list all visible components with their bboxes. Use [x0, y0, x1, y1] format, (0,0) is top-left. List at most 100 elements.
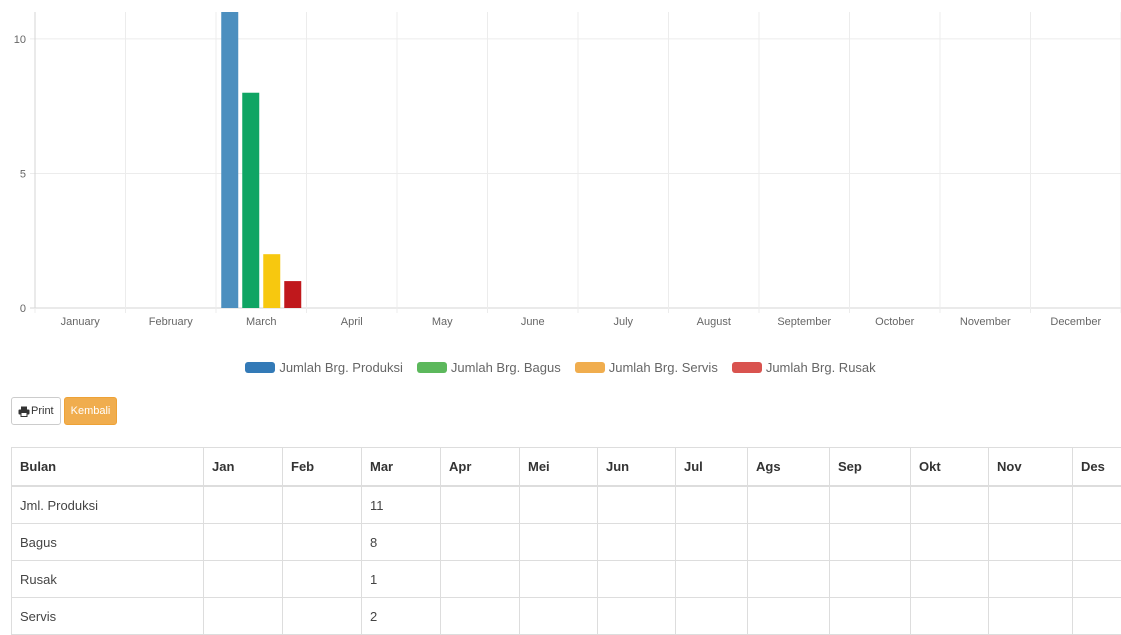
column-header: Feb	[283, 448, 362, 487]
x-tick-label: July	[613, 316, 633, 328]
table-cell	[830, 524, 911, 561]
table-cell	[676, 598, 748, 635]
row-label: Jml. Produksi	[12, 486, 204, 524]
table-cell	[748, 524, 830, 561]
table-cell	[598, 561, 676, 598]
print-button[interactable]: Print	[11, 397, 61, 425]
table-cell	[911, 561, 989, 598]
legend-item[interactable]: Jumlah Brg. Servis	[575, 360, 718, 375]
table-cell	[598, 598, 676, 635]
x-tick-label: December	[1050, 316, 1101, 328]
chart-legend: Jumlah Brg. Produksi Jumlah Brg. Bagus J…	[0, 357, 1121, 377]
table-cell	[520, 598, 598, 635]
x-tick-label: March	[246, 316, 277, 328]
column-header: Jan	[204, 448, 283, 487]
table-row: Jml. Produksi 11	[12, 486, 1121, 524]
legend-label: Jumlah Brg. Bagus	[451, 360, 561, 375]
table-cell	[1073, 561, 1121, 598]
column-header: Sep	[830, 448, 911, 487]
table-cell	[441, 561, 520, 598]
x-tick-label: September	[777, 316, 831, 328]
x-tick-label: August	[697, 316, 731, 328]
column-header: Nov	[989, 448, 1073, 487]
column-header: Apr	[441, 448, 520, 487]
table-cell	[748, 561, 830, 598]
x-tick-label: May	[432, 316, 453, 328]
table-cell	[748, 598, 830, 635]
bar-chart: 0510JanuaryFebruaryMarchAprilMayJuneJuly…	[0, 0, 1121, 335]
x-tick-label: April	[341, 316, 363, 328]
x-tick-label: January	[61, 316, 101, 328]
table-cell	[911, 598, 989, 635]
table-cell	[441, 598, 520, 635]
table-cell	[830, 561, 911, 598]
table-cell	[283, 598, 362, 635]
table-cell	[1073, 598, 1121, 635]
table-cell	[1073, 524, 1121, 561]
table-cell	[520, 524, 598, 561]
table-cell: 8	[362, 524, 441, 561]
table-cell	[283, 524, 362, 561]
table-cell	[676, 561, 748, 598]
table-cell	[204, 561, 283, 598]
y-tick-label: 10	[14, 34, 26, 46]
table-row: Bagus 8	[12, 524, 1121, 561]
table-header-row: Bulan Jan Feb Mar Apr Mei Jun Jul Ags Se…	[12, 448, 1121, 487]
action-buttons: Print Kembali	[11, 397, 117, 425]
table-cell	[830, 598, 911, 635]
legend-label: Jumlah Brg. Rusak	[766, 360, 876, 375]
bar	[221, 12, 238, 308]
report-table: Bulan Jan Feb Mar Apr Mei Jun Jul Ags Se…	[11, 447, 1121, 635]
row-label: Rusak	[12, 561, 204, 598]
column-header: Bulan	[12, 448, 204, 487]
table-cell	[911, 486, 989, 524]
table-row: Rusak 1	[12, 561, 1121, 598]
table-cell	[520, 561, 598, 598]
table-row: Servis 2	[12, 598, 1121, 635]
column-header: Des	[1073, 448, 1121, 487]
table-cell	[989, 486, 1073, 524]
y-tick-label: 0	[20, 303, 26, 315]
legend-item[interactable]: Jumlah Brg. Produksi	[245, 360, 403, 375]
table-cell: 11	[362, 486, 441, 524]
column-header: Mar	[362, 448, 441, 487]
table-cell	[989, 561, 1073, 598]
table-cell	[204, 598, 283, 635]
x-tick-label: February	[149, 316, 194, 328]
y-tick-label: 5	[20, 168, 26, 180]
table-cell	[1073, 486, 1121, 524]
legend-label: Jumlah Brg. Servis	[609, 360, 718, 375]
table-cell	[520, 486, 598, 524]
table-cell	[598, 486, 676, 524]
bar	[284, 281, 301, 308]
legend-swatch	[417, 362, 447, 373]
row-label: Servis	[12, 598, 204, 635]
table-cell: 2	[362, 598, 441, 635]
print-button-label: Print	[31, 405, 54, 417]
table-cell	[598, 524, 676, 561]
back-button[interactable]: Kembali	[64, 397, 118, 425]
table-cell	[441, 524, 520, 561]
bar	[242, 93, 259, 308]
table-cell	[441, 486, 520, 524]
legend-swatch	[245, 362, 275, 373]
table-cell	[989, 598, 1073, 635]
column-header: Jul	[676, 448, 748, 487]
table-cell	[283, 486, 362, 524]
column-header: Okt	[911, 448, 989, 487]
column-header: Jun	[598, 448, 676, 487]
column-header: Ags	[748, 448, 830, 487]
table-cell	[911, 524, 989, 561]
x-tick-label: October	[875, 316, 914, 328]
legend-label: Jumlah Brg. Produksi	[279, 360, 403, 375]
table-cell	[989, 524, 1073, 561]
table-cell	[676, 524, 748, 561]
legend-item[interactable]: Jumlah Brg. Bagus	[417, 360, 561, 375]
table-cell	[283, 561, 362, 598]
table-cell	[830, 486, 911, 524]
legend-swatch	[732, 362, 762, 373]
legend-item[interactable]: Jumlah Brg. Rusak	[732, 360, 876, 375]
printer-icon	[18, 406, 30, 417]
table-cell	[748, 486, 830, 524]
x-tick-label: November	[960, 316, 1011, 328]
